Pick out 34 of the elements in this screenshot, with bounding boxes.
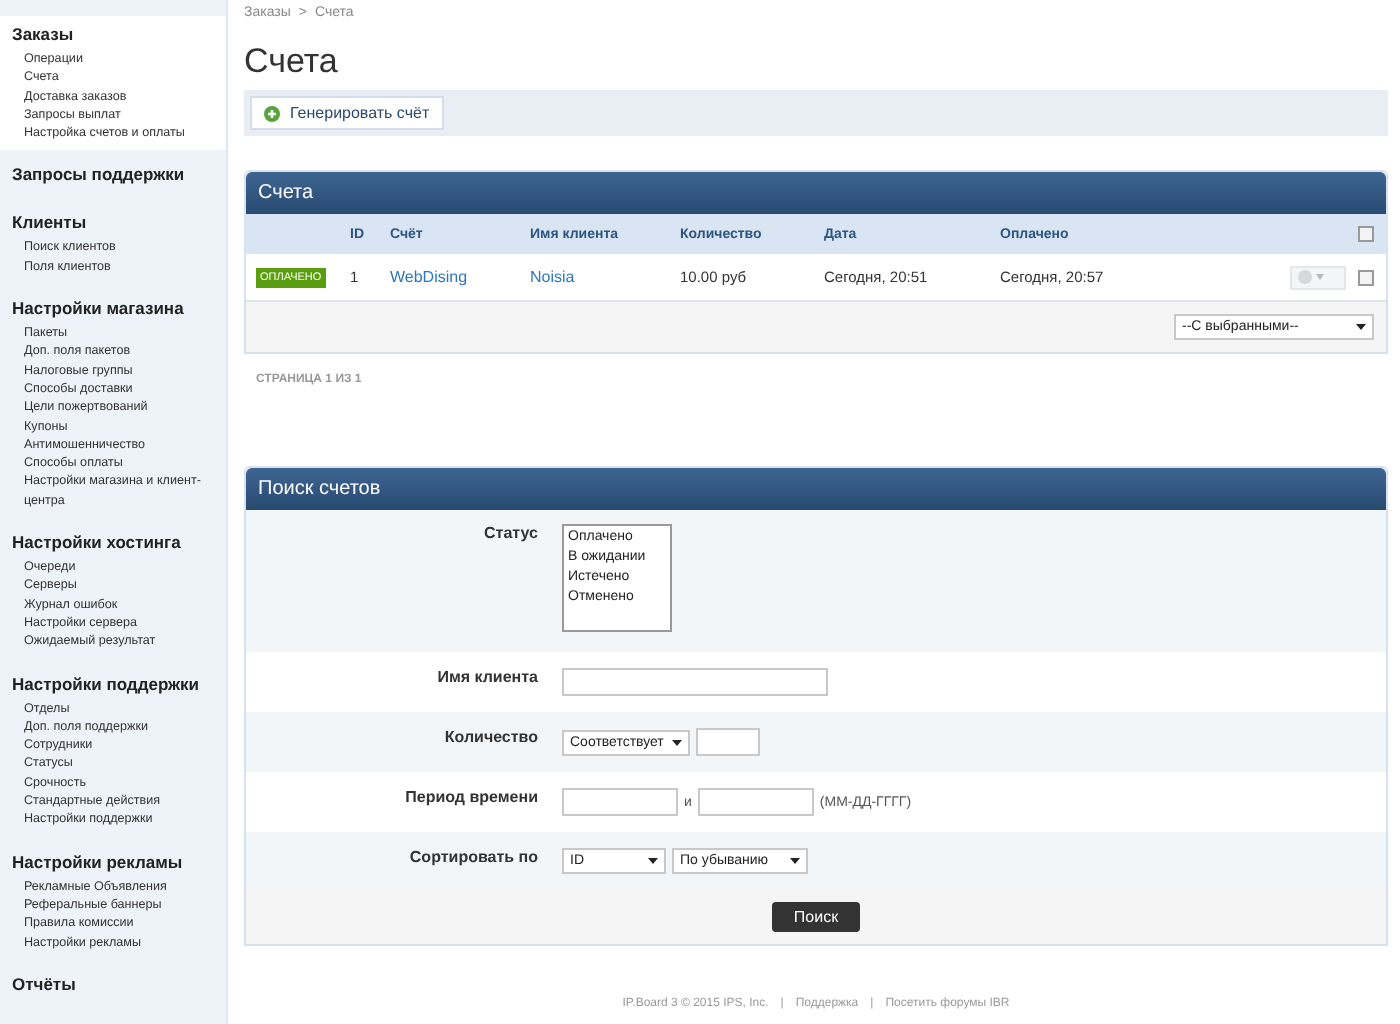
caret-icon bbox=[648, 858, 658, 864]
invoice-link[interactable]: WebDising bbox=[390, 268, 468, 286]
sidebar-heading[interactable]: Клиенты bbox=[12, 210, 214, 235]
amount-input[interactable] bbox=[696, 728, 760, 756]
row-action-button[interactable] bbox=[1290, 265, 1346, 289]
select-all-checkbox[interactable] bbox=[1358, 226, 1374, 242]
sidebar-heading[interactable]: Заказы bbox=[12, 22, 214, 46]
search-button[interactable]: Поиск bbox=[771, 902, 861, 932]
sidebar-heading[interactable]: Запросы поддержки bbox=[12, 162, 214, 187]
field-label: Сортировать по bbox=[407, 848, 538, 870]
date-from-input[interactable] bbox=[562, 788, 678, 816]
panel-header: Поиск счетов bbox=[246, 468, 1386, 510]
date-to-input[interactable] bbox=[697, 788, 814, 816]
circle-icon bbox=[1298, 270, 1312, 284]
field-label: Период времени bbox=[403, 788, 538, 810]
field-label: Имя клиента bbox=[435, 668, 538, 690]
caret-icon bbox=[672, 739, 682, 745]
field-label: Количество bbox=[442, 728, 538, 750]
sidebar-heading[interactable]: Настройки хостинга bbox=[12, 530, 214, 555]
caret-icon bbox=[1356, 324, 1366, 330]
panel-header: Счета bbox=[246, 172, 1386, 214]
sidebar-heading[interactable]: Настройки магазина bbox=[12, 296, 214, 321]
row-checkbox[interactable] bbox=[1358, 269, 1374, 285]
client-name-input[interactable] bbox=[562, 668, 828, 696]
caret-icon bbox=[1316, 274, 1324, 280]
sidebar-heading[interactable]: Настройки рекламы bbox=[12, 849, 214, 874]
caret-icon bbox=[790, 858, 800, 864]
page-title: Счета bbox=[244, 40, 340, 84]
field-label: Статус bbox=[482, 524, 538, 546]
sidebar-heading[interactable]: Настройки поддержки bbox=[12, 671, 214, 696]
plus-circle-icon bbox=[264, 105, 280, 121]
sidebar-heading[interactable]: Отчёты bbox=[12, 971, 214, 996]
client-link[interactable]: Noisia bbox=[530, 268, 575, 286]
generate-invoice-button[interactable]: Генерировать счёт bbox=[250, 96, 444, 130]
